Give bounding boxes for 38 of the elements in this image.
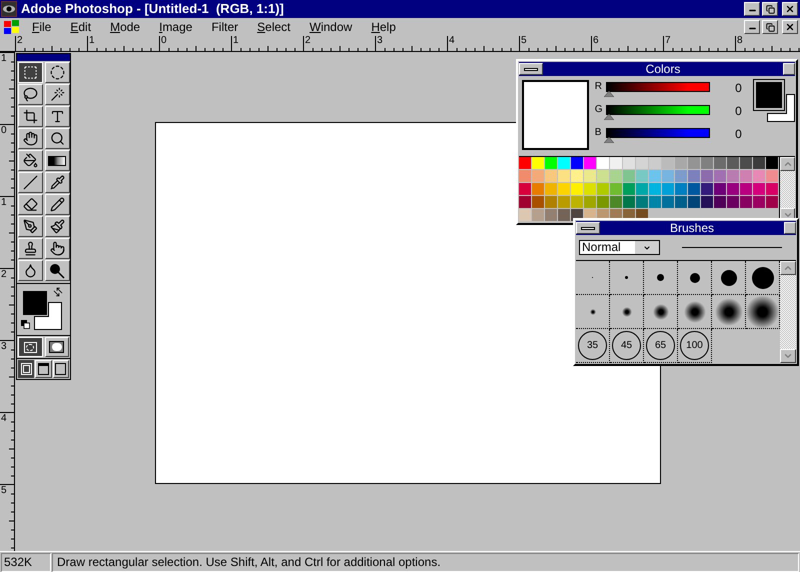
window-title: Adobe Photoshop - [Untitled-1 (RGB, 1:1)] <box>21 0 284 18</box>
status-message: Draw rectangular selection. Use Shift, Alt, and Ctrl for additional options. <box>52 553 799 572</box>
menu-item[interactable]: Edit <box>64 18 98 36</box>
menu-item[interactable]: File <box>26 18 58 36</box>
palette-title: Brushes <box>668 221 716 235</box>
ruler-label: 5 <box>520 36 527 46</box>
ruler-label: 1 <box>88 36 95 46</box>
menu-item[interactable]: Select <box>251 18 297 36</box>
mode-dropdown[interactable]: Normal <box>579 240 660 255</box>
channel-value: 0 <box>734 128 742 140</box>
ruler-label: 7 <box>664 36 671 46</box>
ruler-label: 3 <box>0 341 7 354</box>
menu-item[interactable]: Window <box>304 18 358 36</box>
ruler-label: 5 <box>0 485 7 498</box>
channel-label: G <box>594 105 604 115</box>
menu-item[interactable]: Image <box>153 18 198 36</box>
ruler-label: 4 <box>448 36 455 46</box>
channel-value: 0 <box>734 105 742 117</box>
menu-item[interactable]: Help <box>365 18 402 36</box>
ruler-label: 0 <box>0 125 7 138</box>
ruler-label: 1 <box>0 197 7 210</box>
menu-item[interactable]: Mode <box>104 18 146 36</box>
ruler-label: 3 <box>376 36 383 46</box>
channel-value: 0 <box>734 82 742 94</box>
ruler-label: 2 <box>16 36 23 46</box>
ruler-label: 0 <box>160 36 167 46</box>
memory-indicator: 532K <box>1 553 51 572</box>
ruler-label: 2 <box>0 269 7 282</box>
ruler-label: 1 <box>232 36 239 46</box>
palette-title: Colors <box>644 62 682 76</box>
channel-label: B <box>594 128 602 138</box>
ruler-label: 8 <box>736 36 743 46</box>
ruler-label: 6 <box>592 36 599 46</box>
ruler-label: 4 <box>0 413 7 426</box>
channel-label: R <box>594 82 604 92</box>
ruler-label: 1 <box>0 53 7 66</box>
menu-item[interactable]: Filter <box>205 18 244 36</box>
ruler-label: 2 <box>304 36 311 46</box>
